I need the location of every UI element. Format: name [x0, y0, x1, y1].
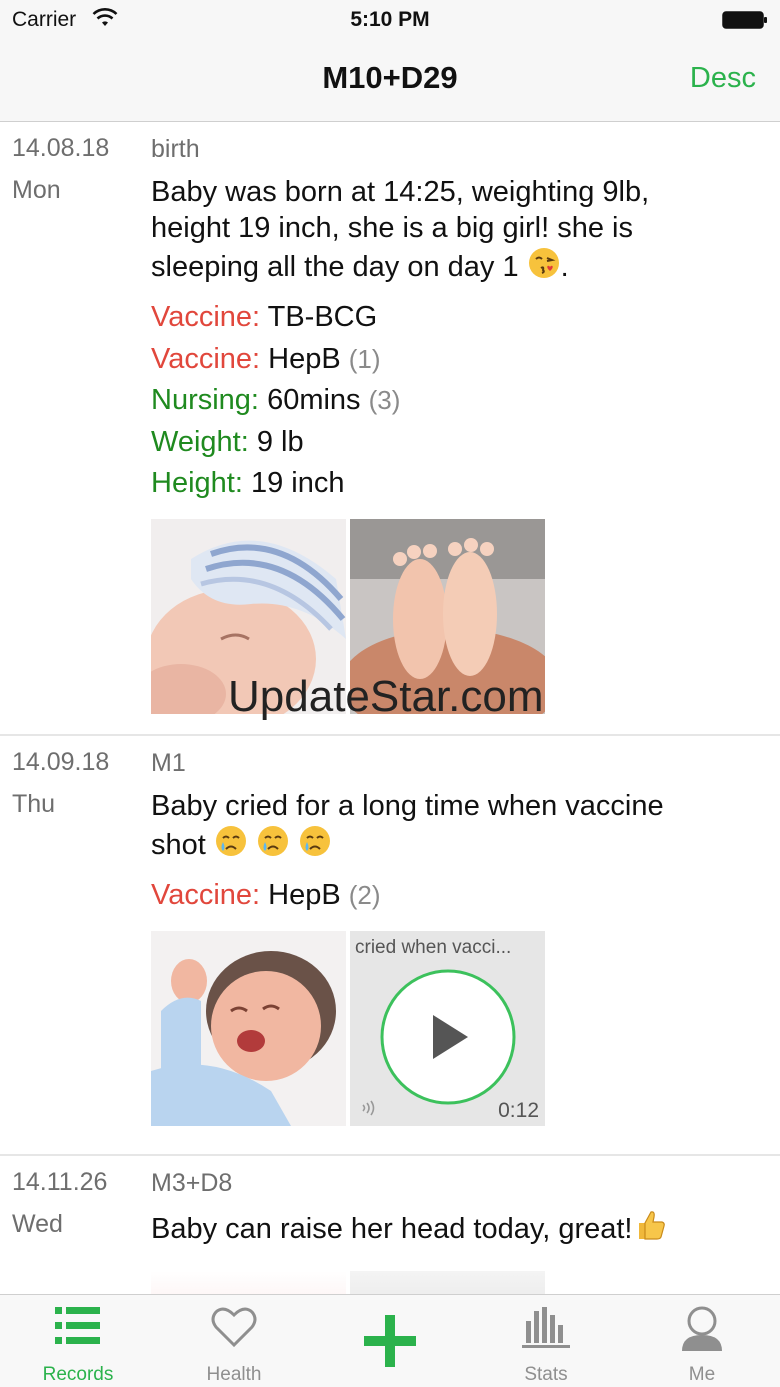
kiss-emoji-icon: [528, 248, 559, 278]
entry-photos: [151, 1271, 720, 1294]
entry-weekday: Mon: [12, 176, 61, 204]
sleeping-baby-photo[interactable]: [151, 518, 346, 714]
detail-value: 19 inch: [250, 467, 345, 499]
add-record-button[interactable]: [312, 1295, 468, 1387]
entry-age-tag: M1: [151, 749, 186, 777]
entry-age-tag: birth: [151, 135, 200, 163]
entry-note: Baby was born at 14:25, weighting 9lb, h…: [151, 174, 720, 285]
detail-count: (1): [348, 343, 381, 374]
crying-emoji-icon: [257, 826, 288, 856]
entry-weekday: Thu: [12, 790, 56, 818]
clock: 5:10 PM: [350, 8, 430, 31]
entry-weekday: Wed: [12, 1210, 63, 1238]
tab-stats[interactable]: Stats: [468, 1295, 624, 1387]
record-entry[interactable]: 14.09.18 Thu M1 Baby cried for a long ti…: [0, 736, 780, 1156]
entry-note-text: Baby can raise her head today, great!: [151, 1213, 633, 1245]
detail-row-height: Height: 19 inch: [151, 463, 720, 505]
tab-me[interactable]: Me: [624, 1295, 780, 1387]
list-icon: [55, 1307, 100, 1344]
detail-label: Nursing:: [151, 384, 259, 416]
entry-note: Baby can raise her head today, great!: [151, 1208, 720, 1247]
detail-label: Height:: [151, 467, 243, 499]
sort-order-button[interactable]: Desc: [690, 62, 756, 95]
detail-row-nursing: Nursing: 60mins (3): [151, 380, 720, 422]
detail-row-vaccine: Vaccine: HepB (2): [151, 875, 720, 917]
detail-row-weight: Weight: 9 lb: [151, 422, 720, 464]
detail-label: Vaccine:: [151, 879, 261, 911]
detail-value: TB-BCG: [267, 301, 378, 333]
tab-label: Health: [206, 1364, 262, 1385]
voice-note-duration: 0:12: [498, 1098, 539, 1122]
tab-bar: Records Health Stats Me: [0, 1294, 780, 1387]
tab-health[interactable]: Health: [156, 1295, 312, 1387]
entry-date: 14.11.26: [12, 1168, 108, 1196]
heart-icon: [211, 1307, 257, 1348]
entry-details: Vaccine: TB-BCG Vaccine: HepB (1) Nursin…: [151, 297, 720, 505]
entry-photo[interactable]: [151, 1271, 346, 1294]
entry-note: Baby cried for a long time when vaccine …: [151, 788, 720, 863]
voice-note[interactable]: cried when vacci... 0:12: [350, 930, 545, 1126]
crying-emoji-icon: [300, 826, 331, 856]
detail-label: Vaccine:: [151, 342, 261, 375]
play-button[interactable]: [378, 967, 518, 1107]
entry-age-tag: M3+D8: [151, 1169, 233, 1197]
entry-photo[interactable]: [350, 1271, 545, 1294]
detail-row-vaccine: Vaccine: HepB (1): [151, 339, 720, 381]
tab-records[interactable]: Records: [0, 1295, 156, 1387]
detail-label: Weight:: [151, 425, 249, 458]
baby-feet-photo[interactable]: [350, 518, 545, 714]
detail-count: (2): [348, 880, 381, 910]
detail-value: HepB: [268, 879, 341, 911]
entry-note-text: Baby was born at 14:25, weighting 9lb, h…: [151, 176, 650, 283]
detail-value: HepB: [268, 342, 341, 375]
detail-value: 9 lb: [256, 425, 304, 458]
entry-date: 14.08.18: [12, 134, 110, 162]
tab-label: Me: [688, 1364, 716, 1385]
entry-date: 14.09.18: [12, 748, 110, 776]
record-entry[interactable]: 14.11.26 Wed M3+D8 Baby can raise her he…: [0, 1156, 780, 1294]
crying-baby-photo[interactable]: [151, 930, 346, 1126]
page-title: M10+D29: [322, 60, 458, 95]
record-entry[interactable]: 14.08.18 Mon birth Baby was born at 14:2…: [0, 122, 780, 736]
profile-icon: [682, 1306, 722, 1351]
entry-photos: [151, 518, 720, 714]
stats-icon: [522, 1307, 570, 1348]
crying-emoji-icon: [215, 826, 246, 856]
detail-value: 60mins: [267, 384, 361, 416]
tab-label: Stats: [524, 1364, 568, 1385]
detail-label: Vaccine:: [151, 301, 261, 333]
voice-note-title: cried when vacci...: [355, 936, 512, 958]
entry-details: Vaccine: HepB (2): [151, 875, 720, 917]
detail-row-vaccine: Vaccine: TB-BCG: [151, 297, 720, 339]
status-bar: Carrier 5:10 PM: [0, 0, 780, 40]
battery-icon: [722, 11, 767, 29]
add-icon: [364, 1315, 416, 1367]
audio-wave-icon: [362, 1100, 375, 1115]
detail-count: (3): [368, 385, 401, 415]
records-feed[interactable]: 14.08.18 Mon birth Baby was born at 14:2…: [0, 122, 780, 1294]
tab-label: Records: [42, 1364, 114, 1385]
navigation-bar: M10+D29 Desc: [0, 40, 780, 122]
thumbs-up-emoji-icon: [638, 1211, 665, 1240]
entry-note-suffix: .: [560, 251, 569, 283]
entry-photos: cried when vacci... 0:12: [151, 930, 720, 1126]
